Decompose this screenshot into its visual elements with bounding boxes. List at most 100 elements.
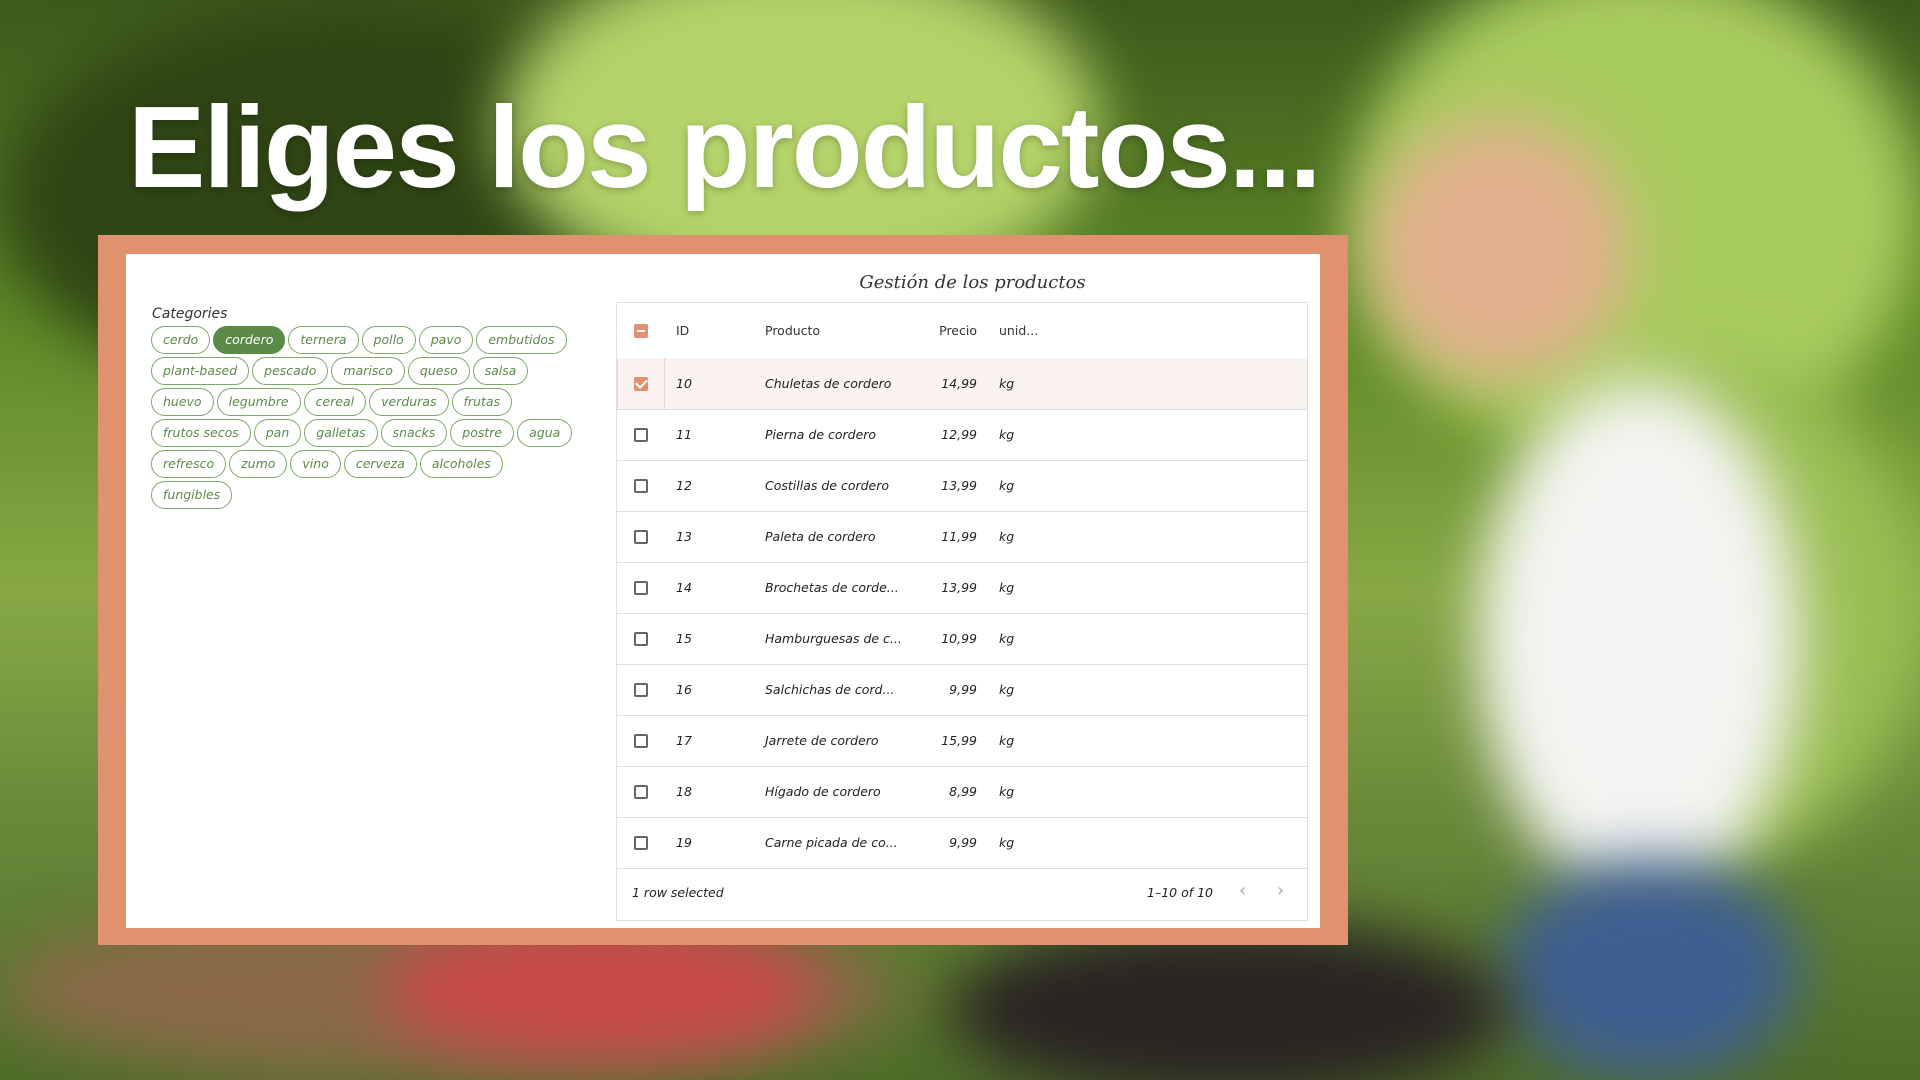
column-header-unit[interactable]: unid... <box>999 303 1038 358</box>
category-chip-cerdo[interactable]: cerdo <box>151 326 211 354</box>
column-header-id[interactable]: ID <box>676 303 689 358</box>
cell-unit: kg <box>999 733 1015 748</box>
table-row[interactable]: 17 Jarrete de cordero 15,99 kg <box>617 715 1307 767</box>
panel-frame: Gestión de los productos Categories cerd… <box>98 235 1348 945</box>
table-row[interactable]: 12 Costillas de cordero 13,99 kg <box>617 460 1307 512</box>
cell-id: 11 <box>676 427 692 442</box>
cell-unit: kg <box>999 682 1015 697</box>
products-data-grid: ID Producto Precio unid... 10 Chuletas de… <box>616 302 1308 921</box>
table-row[interactable]: 13 Paleta de cordero 11,99 kg <box>617 511 1307 563</box>
cell-unit: kg <box>999 835 1015 850</box>
cell-product: Carne picada de co... <box>765 835 898 850</box>
row-checkbox[interactable] <box>634 682 648 697</box>
table-row[interactable]: 18 Hígado de cordero 8,99 kg <box>617 766 1307 818</box>
cell-price: 13,99 <box>941 580 977 595</box>
cell-id: 17 <box>676 733 692 748</box>
selected-count: 1 row selected <box>632 885 724 900</box>
cell-price: 12,99 <box>941 427 977 442</box>
category-chip-snacks[interactable]: snacks <box>380 419 448 447</box>
cell-product: Pierna de cordero <box>765 427 877 442</box>
cell-id: 16 <box>676 682 692 697</box>
row-checkbox[interactable] <box>634 784 648 799</box>
cell-product: Costillas de cordero <box>765 478 890 493</box>
grid-footer: 1 row selected 1–10 of 10 ‹ › <box>617 868 1307 920</box>
category-chip-queso[interactable]: queso <box>407 357 470 385</box>
cell-id: 18 <box>676 784 692 799</box>
category-chip-frutas[interactable]: frutas <box>451 388 513 416</box>
category-chip-marisco[interactable]: marisco <box>331 357 405 385</box>
cell-id: 19 <box>676 835 692 850</box>
category-chip-huevo[interactable]: huevo <box>151 388 214 416</box>
table-row[interactable]: 10 Chuletas de cordero 14,99 kg <box>617 358 1307 410</box>
row-checkbox[interactable] <box>634 631 648 646</box>
category-chip-cordero[interactable]: cordero <box>213 326 286 354</box>
category-chip-pan[interactable]: pan <box>253 419 302 447</box>
row-checkbox[interactable] <box>634 580 648 595</box>
category-chip-alcoholes[interactable]: alcoholes <box>419 450 503 478</box>
category-chip-list: cerdo cordero ternera pollo pavo embutidos pla… <box>151 326 581 512</box>
category-chip-cereal[interactable]: cereal <box>303 388 367 416</box>
cell-id: 10 <box>676 376 692 391</box>
cell-product: Salchichas de cord... <box>765 682 895 697</box>
cell-price: 9,99 <box>949 682 977 697</box>
row-checkbox[interactable] <box>634 529 648 544</box>
table-row[interactable]: 14 Brochetas de corde... 13,99 kg <box>617 562 1307 614</box>
cell-product: Hamburguesas de c... <box>765 631 902 646</box>
chevron-right-icon[interactable]: › <box>1277 882 1284 900</box>
category-chip-pescado[interactable]: pescado <box>252 357 329 385</box>
category-chip-embutidos[interactable]: embutidos <box>476 326 567 354</box>
chevron-left-icon[interactable]: ‹ <box>1239 882 1246 900</box>
cell-price: 11,99 <box>941 529 977 544</box>
grid-header-row: ID Producto Precio unid... <box>617 303 1307 359</box>
table-row[interactable]: 19 Carne picada de co... 9,99 kg <box>617 817 1307 869</box>
category-chip-fungibles[interactable]: fungibles <box>151 481 233 509</box>
category-chip-vino[interactable]: vino <box>290 450 341 478</box>
row-checkbox[interactable] <box>634 733 648 748</box>
categories-label: Categories <box>152 306 228 322</box>
category-chip-cerveza[interactable]: cerveza <box>343 450 417 478</box>
indeterminate-icon <box>637 329 645 332</box>
category-chip-postre[interactable]: postre <box>450 419 515 447</box>
row-checkbox[interactable] <box>634 835 648 850</box>
select-all-checkbox[interactable] <box>634 323 648 338</box>
cell-id: 12 <box>676 478 692 493</box>
pagination-info: 1–10 of 10 <box>1147 885 1214 900</box>
cell-unit: kg <box>999 376 1015 391</box>
cell-unit: kg <box>999 580 1015 595</box>
cell-product: Hígado de cordero <box>765 784 881 799</box>
category-chip-galletas[interactable]: galletas <box>304 419 378 447</box>
cell-price: 10,99 <box>941 631 977 646</box>
table-row[interactable]: 11 Pierna de cordero 12,99 kg <box>617 409 1307 461</box>
card-title: Gestión de los productos <box>859 272 1086 293</box>
column-header-product[interactable]: Producto <box>765 303 820 358</box>
category-chip-verduras[interactable]: verduras <box>369 388 449 416</box>
category-chip-pollo[interactable]: pollo <box>361 326 416 354</box>
category-chip-ternera[interactable]: ternera <box>288 326 359 354</box>
category-chip-frutos-secos[interactable]: frutos secos <box>151 419 251 447</box>
cell-product: Brochetas de corde... <box>765 580 899 595</box>
table-row[interactable]: 16 Salchichas de cord... 9,99 kg <box>617 664 1307 716</box>
headline: Eliges los productos... <box>128 82 1322 212</box>
cell-product: Jarrete de cordero <box>765 733 879 748</box>
category-chip-legumbre[interactable]: legumbre <box>216 388 301 416</box>
category-chip-salsa[interactable]: salsa <box>472 357 529 385</box>
cell-unit: kg <box>999 529 1015 544</box>
column-header-price[interactable]: Precio <box>887 303 977 358</box>
cell-price: 15,99 <box>941 733 977 748</box>
cell-id: 13 <box>676 529 692 544</box>
cell-price: 13,99 <box>941 478 977 493</box>
table-row[interactable]: 15 Hamburguesas de c... 10,99 kg <box>617 613 1307 665</box>
category-chip-plant-based[interactable]: plant-based <box>151 357 250 385</box>
cell-unit: kg <box>999 427 1015 442</box>
cell-unit: kg <box>999 478 1015 493</box>
category-chip-agua[interactable]: agua <box>517 419 573 447</box>
row-checkbox[interactable] <box>634 427 648 442</box>
row-checkbox[interactable] <box>634 376 648 391</box>
category-chip-refresco[interactable]: refresco <box>151 450 227 478</box>
category-chip-zumo[interactable]: zumo <box>229 450 288 478</box>
cell-product: Paleta de cordero <box>765 529 876 544</box>
cell-price: 9,99 <box>949 835 977 850</box>
row-checkbox[interactable] <box>634 478 648 493</box>
cell-id: 15 <box>676 631 692 646</box>
category-chip-pavo[interactable]: pavo <box>418 326 474 354</box>
